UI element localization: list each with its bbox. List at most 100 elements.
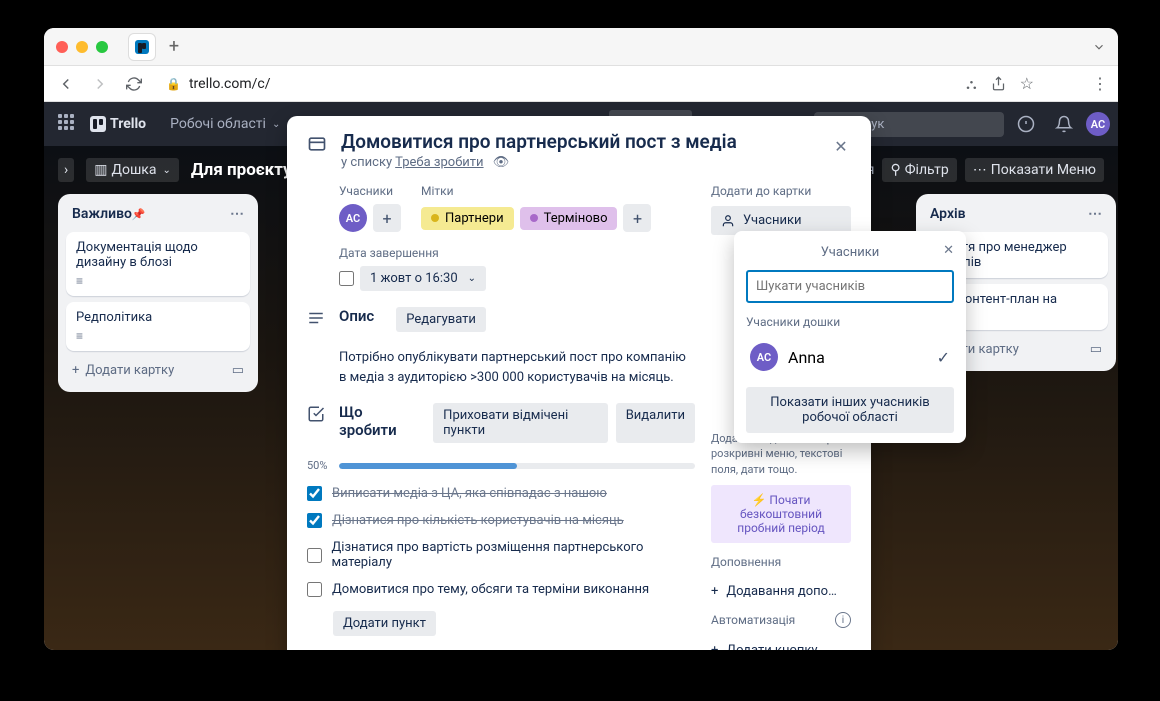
new-tab-btn[interactable]: + — [160, 33, 188, 61]
active-tab[interactable] — [128, 33, 156, 61]
forward-btn[interactable] — [88, 72, 112, 96]
info-icon[interactable]: i — [835, 612, 851, 628]
due-date-btn[interactable]: 1 жовт о 16:30⌄ — [360, 266, 486, 291]
due-checkbox[interactable] — [339, 271, 354, 286]
search-members-input[interactable] — [746, 270, 954, 303]
maximize-window-btn[interactable] — [96, 41, 108, 53]
description-icon: ≡ — [76, 274, 240, 288]
labels-label: Мітки — [421, 184, 651, 198]
trello-logo[interactable]: Trello — [90, 116, 146, 132]
close-popover-btn[interactable]: ✕ — [943, 243, 954, 258]
pin-icon: 📌 — [132, 208, 146, 221]
reload-btn[interactable] — [122, 72, 146, 96]
check-box[interactable] — [307, 548, 322, 563]
tab-overflow-btn[interactable] — [1092, 40, 1106, 54]
minimize-window-btn[interactable] — [76, 41, 88, 53]
check-box[interactable] — [307, 513, 322, 528]
modal-main-column: Учасники AC + Мітки Партнери Терміново + — [307, 184, 695, 650]
list-menu-icon[interactable]: ⋯ — [230, 206, 244, 222]
tab-strip: + — [128, 33, 188, 61]
lock-icon: 🔒 — [166, 77, 181, 91]
add-member-btn[interactable]: + — [373, 204, 401, 232]
translate-icon[interactable]: ⛬ — [966, 75, 977, 93]
add-label-btn[interactable]: + — [623, 204, 651, 232]
card-title[interactable]: Домовитися про партнерський пост з медіа — [341, 130, 737, 153]
hide-checked-btn[interactable]: Приховати відмічені пункти — [433, 403, 608, 443]
add-button-btn[interactable]: + Додати кнопку — [711, 636, 851, 650]
watch-icon[interactable]: 👁 — [493, 155, 510, 170]
card-title: Документація щодо дизайну в блозі — [76, 240, 240, 270]
share-icon[interactable] — [991, 76, 1006, 91]
add-checklist-item-btn[interactable]: Додати пункт — [333, 611, 436, 636]
bell-icon[interactable] — [1048, 108, 1080, 140]
apps-launcher-icon[interactable] — [58, 114, 78, 134]
filter-btn[interactable]: ⚲ Фільтр — [882, 158, 956, 182]
member-avatar[interactable]: AC — [339, 204, 367, 232]
member-avatar: AC — [750, 343, 778, 371]
card-item[interactable]: Документація щодо дизайну в блозі ≡ — [66, 232, 250, 296]
checklist-item[interactable]: Домовитися про тему, обсяги та терміни в… — [307, 576, 695, 603]
close-window-btn[interactable] — [56, 41, 68, 53]
add-addon-btn[interactable]: + Додавання допо… — [711, 577, 851, 606]
list-header[interactable]: Архів ⋯ — [924, 202, 1108, 226]
show-menu-btn[interactable]: ⋯ Показати Меню — [965, 158, 1104, 182]
member-row[interactable]: AC Anna ✓ — [746, 337, 954, 377]
add-to-card-label: Додати до картки — [711, 184, 851, 198]
label-chip[interactable]: Партнери — [421, 207, 514, 230]
start-trial-btn[interactable]: ⚡ Почати безкоштовний пробний період — [711, 485, 851, 543]
add-card-btn[interactable]: + Додати картку▭ — [66, 357, 250, 384]
notifications-icon[interactable] — [1010, 108, 1042, 140]
description-title: Опис — [339, 307, 374, 325]
mac-titlebar: + — [44, 28, 1118, 66]
browser-menu-icon[interactable]: ⋮ — [1092, 74, 1108, 93]
edit-description-btn[interactable]: Редагувати — [396, 307, 486, 332]
list-important: Важливо 📌 ⋯ Документація щодо дизайну в … — [58, 194, 258, 392]
list-link[interactable]: Треба зробити — [395, 155, 483, 170]
template-icon[interactable]: ▭ — [232, 363, 244, 378]
description-icon: ≡ — [76, 329, 240, 343]
board-view-btn[interactable]: ▥ Дошка ⌄ — [86, 158, 179, 182]
list-header[interactable]: Важливо 📌 ⋯ — [66, 202, 250, 226]
url-text: trello.com/c/ — [189, 76, 271, 92]
check-icon: ✓ — [937, 348, 950, 367]
description-text[interactable]: Потрібно опублікувати партнерський пост … — [339, 348, 695, 387]
trello-logo-icon — [90, 116, 106, 132]
checklist-title: Що зробити — [339, 403, 419, 439]
addons-label: Доповнення — [711, 555, 851, 569]
show-workspace-members-btn[interactable]: Показати інших учасників робочої області — [746, 387, 954, 433]
card-item[interactable]: Редполітика ≡ — [66, 302, 250, 351]
list-title: Архів — [930, 206, 966, 222]
board-title[interactable]: Для проєкту — [191, 160, 292, 180]
member-name: Anna — [788, 348, 825, 367]
checklist-item[interactable]: Дізнатися про кількість користувачів на … — [307, 507, 695, 534]
list-title: Важливо — [72, 206, 132, 222]
check-box[interactable] — [307, 486, 322, 501]
check-box[interactable] — [307, 582, 322, 597]
automation-label: Автоматизаціяi — [711, 612, 851, 628]
popover-header: Учасники ✕ — [746, 241, 954, 270]
board-actions: ція ⚲ Фільтр ⋯ Показати Меню — [855, 158, 1104, 182]
template-icon[interactable]: ▭ — [1090, 342, 1102, 357]
workspaces-menu[interactable]: Робочі області⌄ — [160, 110, 290, 138]
checklist-icon — [307, 405, 325, 423]
user-avatar[interactable]: AC — [1086, 112, 1110, 136]
popover-title: Учасники — [821, 245, 880, 260]
due-label: Дата завершення — [339, 246, 695, 260]
members-label: Учасники — [339, 184, 401, 198]
members-popover: Учасники ✕ Учасники дошки AC Anna ✓ Пока… — [734, 231, 966, 443]
progress-bar — [339, 463, 695, 469]
checklist-item[interactable]: Виписати медіа з ЦА, яка співпадає з наш… — [307, 480, 695, 507]
trello-favicon — [135, 40, 149, 54]
label-chip[interactable]: Терміново — [520, 207, 618, 230]
bookmark-icon[interactable]: ☆ — [1020, 74, 1034, 93]
delete-checklist-btn[interactable]: Видалити — [616, 403, 695, 443]
card-list-info: у списку Треба зробити 👁 — [341, 155, 737, 170]
modal-header: Домовитися про партнерський пост з медіа… — [307, 130, 851, 170]
description-icon — [307, 309, 325, 327]
back-btn[interactable] — [54, 72, 78, 96]
sidebar-toggle[interactable]: › — [58, 158, 74, 182]
close-modal-btn[interactable]: ✕ — [825, 130, 857, 162]
list-menu-icon[interactable]: ⋯ — [1088, 206, 1102, 222]
checklist-item[interactable]: Дізнатися про вартість розміщення партне… — [307, 534, 695, 576]
address-field[interactable]: 🔒 trello.com/c/ — [156, 76, 956, 92]
